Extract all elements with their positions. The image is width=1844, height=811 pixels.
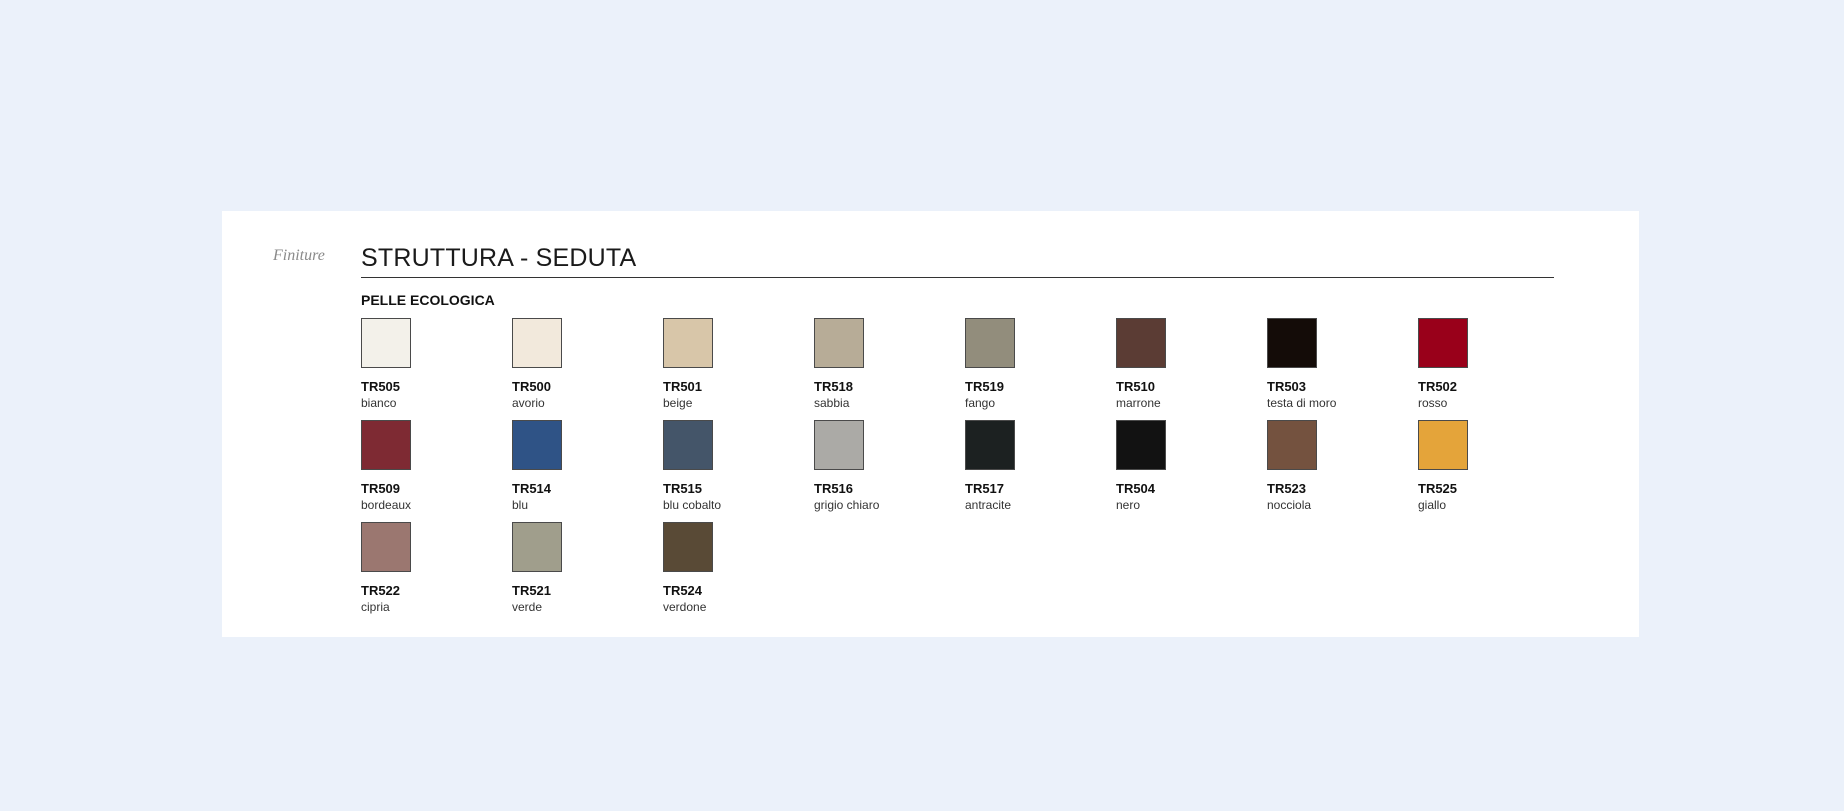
swatch-item[interactable]: TR516 grigio chiaro (814, 420, 965, 522)
swatch-name: avorio (512, 396, 545, 410)
swatch-name: bianco (361, 396, 397, 410)
swatch-item[interactable]: TR501 beige (663, 318, 814, 420)
swatch-name: bordeaux (361, 498, 412, 512)
swatch-color[interactable] (1267, 318, 1317, 368)
swatch-color[interactable] (512, 522, 562, 572)
swatch-name: verdone (663, 600, 707, 614)
section-label: Finiture (273, 247, 325, 264)
swatch-name: fango (965, 396, 996, 410)
swatch-color[interactable] (361, 318, 411, 368)
swatch-item[interactable]: TR521 verde (512, 522, 663, 624)
swatch-name: beige (663, 396, 693, 410)
swatch-item[interactable]: TR505 bianco (361, 318, 512, 420)
swatch-code: TR517 (965, 481, 1005, 496)
swatch-name: giallo (1418, 498, 1447, 512)
page-title: STRUTTURA - SEDUTA (361, 244, 637, 272)
material-subtitle: PELLE ECOLOGICA (361, 292, 495, 308)
swatch-item[interactable]: TR522 cipria (361, 522, 512, 624)
swatch-color[interactable] (814, 318, 864, 368)
swatch-code: TR500 (512, 379, 552, 394)
swatch-color[interactable] (512, 318, 562, 368)
swatch-code: TR503 (1267, 379, 1307, 394)
swatch-item[interactable]: TR523 nocciola (1267, 420, 1418, 522)
swatch-name: testa di moro (1267, 396, 1337, 410)
swatch-item[interactable]: TR514 blu (512, 420, 663, 522)
swatch-code: TR525 (1418, 481, 1458, 496)
swatch-code: TR510 (1116, 379, 1156, 394)
swatch-code: TR509 (361, 481, 401, 496)
swatch-color[interactable] (965, 420, 1015, 470)
swatch-item[interactable]: TR517 antracite (965, 420, 1116, 522)
swatch-code: TR519 (965, 379, 1005, 394)
swatch-color[interactable] (663, 522, 713, 572)
swatch-color[interactable] (663, 420, 713, 470)
swatch-color[interactable] (1267, 420, 1317, 470)
swatch-code: TR521 (512, 583, 552, 598)
swatch-item[interactable]: TR502 rosso (1418, 318, 1569, 420)
title-divider (361, 277, 1554, 278)
swatch-name: marrone (1116, 396, 1161, 410)
swatch-code: TR505 (361, 379, 401, 394)
swatch-color[interactable] (814, 420, 864, 470)
swatch-item[interactable]: TR518 sabbia (814, 318, 965, 420)
swatch-item[interactable]: TR515 blu cobalto (663, 420, 814, 522)
swatch-color[interactable] (361, 522, 411, 572)
swatch-code: TR518 (814, 379, 854, 394)
swatch-color[interactable] (965, 318, 1015, 368)
swatch-color[interactable] (512, 420, 562, 470)
swatch-color[interactable] (361, 420, 411, 470)
swatch-code: TR523 (1267, 481, 1307, 496)
swatch-item[interactable]: TR504 nero (1116, 420, 1267, 522)
swatch-name: rosso (1418, 396, 1448, 410)
swatch-name: grigio chiaro (814, 498, 880, 512)
swatch-code: TR502 (1418, 379, 1458, 394)
swatch-code: TR514 (512, 481, 552, 496)
swatch-item[interactable]: TR524 verdone (663, 522, 814, 624)
swatch-color[interactable] (663, 318, 713, 368)
swatch-item[interactable]: TR525 giallo (1418, 420, 1569, 522)
swatch-code: TR522 (361, 583, 401, 598)
swatch-name: blu (512, 498, 529, 512)
swatch-color[interactable] (1116, 420, 1166, 470)
swatch-name: nocciola (1267, 498, 1312, 512)
swatch-name: cipria (361, 600, 390, 614)
swatch-color[interactable] (1418, 420, 1468, 470)
swatch-code: TR516 (814, 481, 854, 496)
swatch-code: TR504 (1116, 481, 1156, 496)
swatch-name: blu cobalto (663, 498, 722, 512)
swatch-name: nero (1116, 498, 1141, 512)
swatch-name: sabbia (814, 396, 850, 410)
swatch-code: TR515 (663, 481, 703, 496)
swatch-color[interactable] (1116, 318, 1166, 368)
swatch-grid: TR505 bianco TR500 avorio TR501 beige TR… (361, 318, 1561, 624)
finishes-panel: Finiture STRUTTURA - SEDUTA PELLE ECOLOG… (222, 211, 1639, 637)
swatch-name: verde (512, 600, 543, 614)
swatch-item[interactable]: TR510 marrone (1116, 318, 1267, 420)
swatch-item[interactable]: TR503 testa di moro (1267, 318, 1418, 420)
swatch-item[interactable]: TR509 bordeaux (361, 420, 512, 522)
swatch-code: TR501 (663, 379, 703, 394)
swatch-item[interactable]: TR500 avorio (512, 318, 663, 420)
swatch-name: antracite (965, 498, 1012, 512)
swatch-item[interactable]: TR519 fango (965, 318, 1116, 420)
swatch-code: TR524 (663, 583, 703, 598)
swatch-color[interactable] (1418, 318, 1468, 368)
